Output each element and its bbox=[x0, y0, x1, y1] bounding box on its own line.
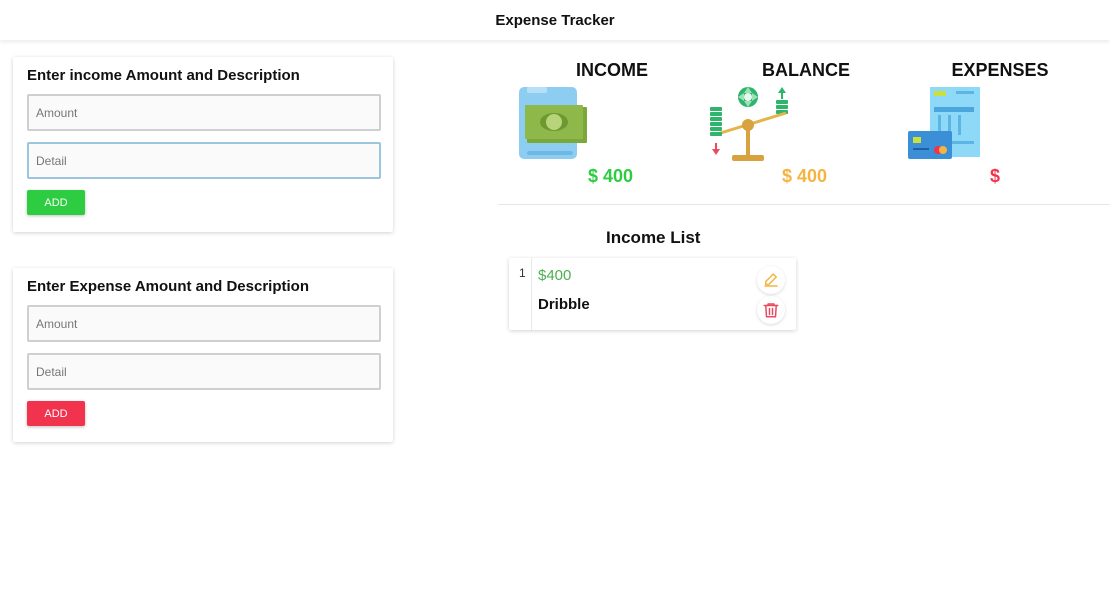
trash-icon bbox=[763, 303, 779, 318]
add-expense-button[interactable]: ADD bbox=[27, 401, 85, 426]
list-item-index: 1 bbox=[519, 266, 526, 280]
app-title: Expense Tracker bbox=[495, 11, 615, 29]
edit-button[interactable] bbox=[757, 266, 785, 294]
income-list-title: Income List bbox=[606, 228, 701, 247]
list-item-amount: $400 bbox=[538, 267, 572, 284]
expenses-label: EXPENSES bbox=[951, 60, 1049, 80]
expense-detail-input[interactable] bbox=[27, 353, 381, 390]
add-income-button[interactable]: ADD bbox=[27, 190, 85, 215]
app-header: Expense Tracker bbox=[0, 0, 1110, 40]
income-amount-input[interactable] bbox=[27, 94, 381, 131]
list-item: 1 $400 Dribble bbox=[509, 258, 796, 330]
money-icon bbox=[519, 87, 587, 159]
delete-button[interactable] bbox=[757, 296, 785, 324]
expense-amount-input[interactable] bbox=[27, 305, 381, 342]
income-form-card: Enter income Amount and Description ADD bbox=[13, 57, 393, 232]
list-item-description: Dribble bbox=[538, 296, 590, 313]
receipt-card-icon bbox=[908, 87, 980, 159]
income-amount: $ 400 bbox=[588, 166, 634, 186]
list-item-divider bbox=[531, 258, 532, 330]
income-detail-input[interactable] bbox=[27, 142, 381, 179]
expense-form-heading: Enter Expense Amount and Description bbox=[27, 278, 309, 295]
income-summary: INCOME $ 400 bbox=[512, 60, 712, 186]
income-form-heading: Enter income Amount and Description bbox=[27, 67, 300, 84]
balance-label: BALANCE bbox=[762, 60, 850, 80]
scale-balance-icon bbox=[710, 87, 788, 161]
balance-summary: BALANCE $ 400 bbox=[706, 60, 906, 186]
expenses-summary: EXPENSES $ bbox=[900, 60, 1100, 186]
expense-form-card: Enter Expense Amount and Description ADD bbox=[13, 268, 393, 442]
income-label: INCOME bbox=[576, 60, 648, 80]
expenses-amount: $ bbox=[990, 166, 1001, 186]
balance-amount: $ 400 bbox=[782, 166, 828, 186]
summary-panel: INCOME $ 400 BALANCE $ 400 EXPENSES $ bbox=[498, 60, 1110, 205]
pencil-icon bbox=[764, 273, 778, 287]
